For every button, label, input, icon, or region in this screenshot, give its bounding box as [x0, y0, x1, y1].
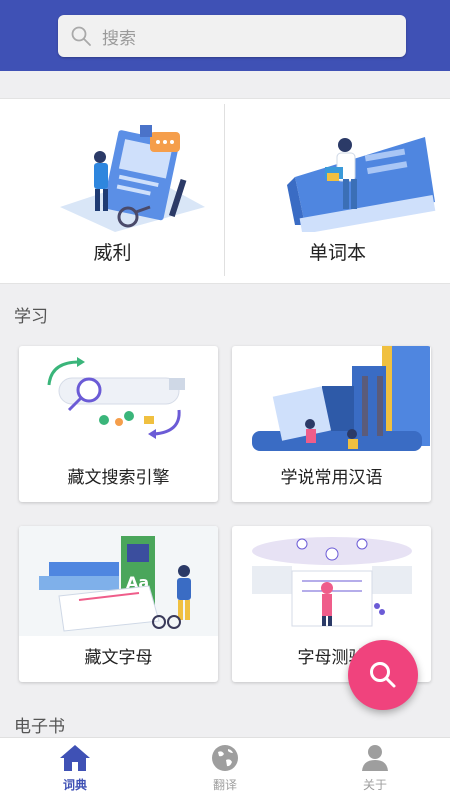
vocabulary-illustration [287, 137, 436, 232]
quiz-illustration [252, 537, 412, 627]
search-icon [71, 26, 91, 46]
nav-translate[interactable]: 翻译 [150, 738, 300, 801]
search-bar[interactable]: 搜索 [58, 15, 406, 57]
card-label: 学说常用汉语 [280, 468, 383, 488]
willie-illustration [60, 125, 205, 232]
nav-about[interactable]: 关于 [300, 738, 450, 801]
nav-label: 词典 [62, 778, 87, 792]
search-placeholder: 搜索 [102, 28, 136, 49]
willie-label: 威利 [93, 242, 132, 264]
nav-label: 翻译 [212, 778, 237, 792]
willie-dictionary-item[interactable]: 威利 [0, 99, 224, 281]
vocabulary-book-item[interactable]: 单词本 [225, 99, 450, 281]
alphabet-illustration: Aa [19, 526, 218, 636]
vocabulary-label: 单词本 [308, 242, 366, 264]
search-engine-illustration [47, 357, 185, 439]
nav-dictionary[interactable]: 词典 [0, 738, 150, 801]
nav-label: 关于 [362, 778, 387, 792]
floating-search-button[interactable] [348, 640, 418, 710]
globe-icon [212, 745, 238, 771]
home-icon [60, 745, 90, 771]
section-title-study: 学习 [14, 307, 48, 327]
bottom-navigation: 词典 翻译 关于 [0, 737, 450, 801]
card-label: 藏文搜索引擎 [67, 468, 170, 488]
app-header: 搜索 [0, 0, 450, 71]
card-tibetan-alphabet[interactable]: Aa 藏文字母 [19, 526, 218, 682]
card-learn-chinese[interactable]: 学说常用汉语 [232, 346, 431, 502]
learn-chinese-illustration [252, 346, 430, 451]
search-icon [370, 662, 396, 688]
section-title-ebooks: 电子书 [14, 717, 65, 737]
card-label: 藏文字母 [84, 648, 153, 668]
person-icon [362, 745, 388, 771]
card-tibetan-search-engine[interactable]: 藏文搜索引擎 [19, 346, 218, 502]
